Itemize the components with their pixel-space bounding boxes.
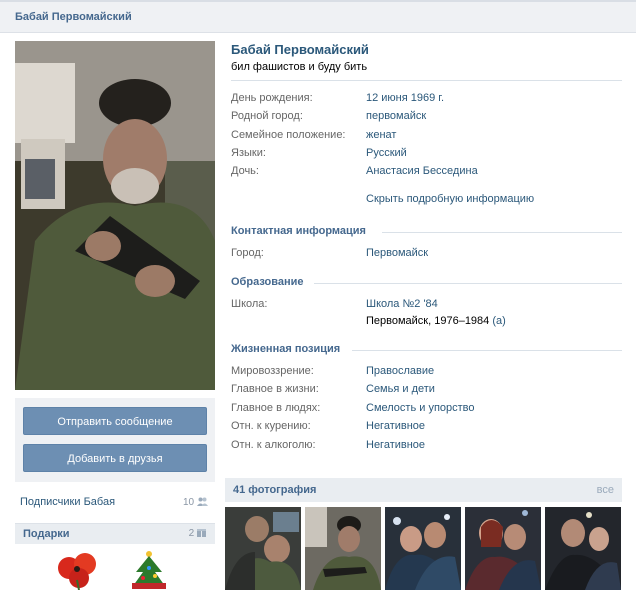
gifts-heading: Подарки xyxy=(23,528,70,540)
followers-count-value: 10 xyxy=(183,497,195,508)
position-heading: Жизненная позиция xyxy=(231,343,341,355)
contact-label-city: Город: xyxy=(231,247,264,259)
section-divider xyxy=(382,232,622,233)
education-value-school[interactable]: Школа №2 '84 xyxy=(366,298,438,310)
info-label-languages: Языки: xyxy=(231,147,266,159)
section-divider xyxy=(352,350,622,351)
people-icon xyxy=(196,497,208,506)
position-value-worldview[interactable]: Православие xyxy=(366,365,434,377)
photo-thumbnail-image xyxy=(385,507,461,590)
education-heading: Образование xyxy=(231,276,304,288)
info-value-birthday[interactable]: 12 июня 1969 г. xyxy=(366,92,444,104)
info-value-marital[interactable]: женат xyxy=(366,129,396,141)
gifts-count-value: 2 xyxy=(188,528,195,539)
position-label-people-main: Главное в людях: xyxy=(231,402,321,414)
add-friend-button[interactable]: Добавить в друзья xyxy=(23,444,207,472)
section-divider xyxy=(314,283,622,284)
followers-count[interactable]: 10 xyxy=(183,497,208,508)
photo-thumbnail-image xyxy=(225,507,301,590)
photos-heading: 41 фотография xyxy=(233,484,317,496)
position-value-people-main[interactable]: Смелость и упорство xyxy=(366,402,475,414)
photo-thumbnail[interactable] xyxy=(465,507,541,590)
position-value-smoking[interactable]: Негативное xyxy=(366,420,425,432)
photo-thumbnail[interactable] xyxy=(385,507,461,590)
page-title: Бабай Первомайский xyxy=(15,11,132,23)
position-value-alcohol[interactable]: Негативное xyxy=(366,439,425,451)
gifts-section-header[interactable]: Подарки 2 xyxy=(15,523,215,544)
gifts-count: 2 xyxy=(189,528,206,539)
info-label-daughter: Дочь: xyxy=(231,165,259,177)
education-details-suffix-link[interactable]: (а) xyxy=(492,315,505,327)
info-label-marital: Семейное положение: xyxy=(231,129,346,141)
position-label-worldview: Мировоззрение: xyxy=(231,365,314,377)
profile-photo[interactable] xyxy=(15,41,215,390)
photo-thumbnail-image xyxy=(465,507,541,590)
info-value-hometown[interactable]: первомайск xyxy=(366,110,426,122)
hide-details-link[interactable]: Скрыть подробную информацию xyxy=(366,193,534,205)
page-header: Бабай Первомайский xyxy=(0,0,636,33)
position-label-smoking: Отн. к курению: xyxy=(231,420,311,432)
photo-thumbnail-image xyxy=(545,507,621,590)
info-value-languages[interactable]: Русский xyxy=(366,147,407,159)
christmas-tree-gift-image[interactable] xyxy=(128,550,170,590)
divider xyxy=(231,80,622,81)
profile-photo-image xyxy=(15,41,215,390)
info-label-hometown: Родной город: xyxy=(231,110,303,122)
poppy-gift-image[interactable] xyxy=(55,550,101,590)
contacts-heading: Контактная информация xyxy=(231,225,366,237)
education-details-text: Первомайск, 1976–1984 xyxy=(366,315,490,327)
education-label-school: Школа: xyxy=(231,298,268,310)
photo-thumbnail[interactable] xyxy=(305,507,381,590)
send-message-button[interactable]: Отправить сообщение xyxy=(23,407,207,435)
profile-actions: Отправить сообщение Добавить в друзья xyxy=(15,398,215,482)
photo-thumbnail[interactable] xyxy=(545,507,621,590)
info-value-daughter[interactable]: Анастасия Бесседина xyxy=(366,165,478,177)
education-details: Первомайск, 1976–1984 (а) xyxy=(366,315,506,327)
profile-status[interactable]: бил фашистов и буду бить xyxy=(231,61,367,73)
position-label-alcohol: Отн. к алкоголю: xyxy=(231,439,316,451)
photo-thumbnail-image xyxy=(305,507,381,590)
info-label-birthday: День рождения: xyxy=(231,92,313,104)
position-label-life-main: Главное в жизни: xyxy=(231,383,319,395)
photos-section-header[interactable]: 41 фотография все xyxy=(225,478,622,502)
photo-thumbnail[interactable] xyxy=(225,507,301,590)
gift-icon xyxy=(197,529,206,537)
contact-value-city[interactable]: Первомайск xyxy=(366,247,428,259)
position-value-life-main[interactable]: Семья и дети xyxy=(366,383,435,395)
followers-link[interactable]: Подписчики Бабая xyxy=(20,496,115,508)
photos-all-link[interactable]: все xyxy=(597,484,614,496)
profile-name: Бабай Первомайский xyxy=(231,42,369,57)
